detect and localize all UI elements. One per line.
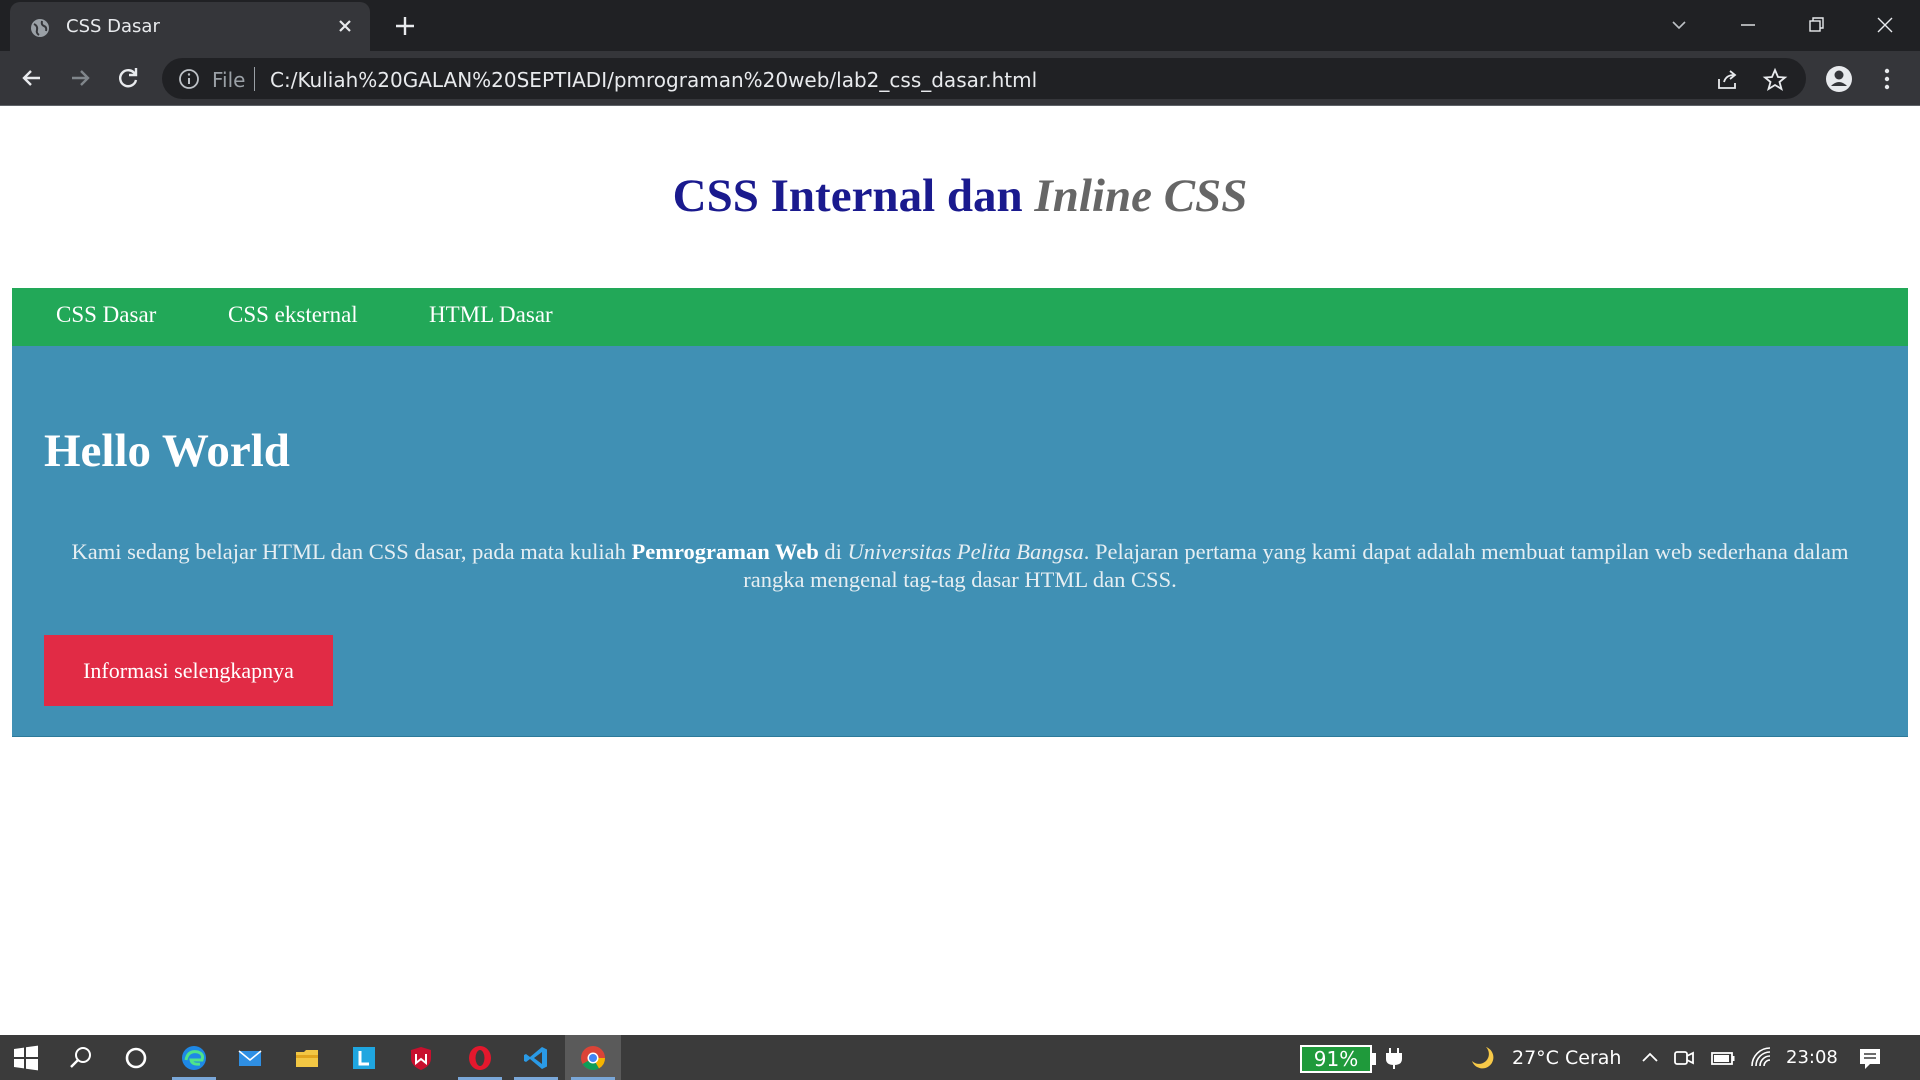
- page-title: CSS Internal dan Inline CSS: [0, 169, 1920, 223]
- kebab-menu-icon[interactable]: [1872, 64, 1902, 94]
- reload-icon[interactable]: [114, 64, 142, 92]
- share-icon[interactable]: [1714, 67, 1740, 93]
- tab-title: CSS Dasar: [66, 16, 160, 37]
- moon-weather-icon[interactable]: [1468, 1044, 1496, 1072]
- new-tab-icon[interactable]: [392, 13, 418, 39]
- web-page: CSS Internal dan Inline CSS CSS Dasar CS…: [0, 107, 1920, 1035]
- hero-text-bold: Pemrograman Web: [631, 539, 819, 564]
- search-icon[interactable]: [67, 1044, 95, 1072]
- url-text[interactable]: C:/Kuliah%20GALAN%20SEPTIADI/pmrograman%…: [270, 68, 1037, 92]
- mail-icon[interactable]: [236, 1044, 264, 1072]
- vscode-icon: [524, 1047, 547, 1069]
- close-icon[interactable]: [334, 15, 356, 37]
- taskbar-vscode[interactable]: [508, 1035, 564, 1080]
- hero-text-part-2: di: [818, 539, 848, 564]
- profile-avatar-icon[interactable]: [1824, 64, 1854, 94]
- minimize-icon[interactable]: [1733, 10, 1763, 40]
- clock-time[interactable]: 23:08: [1786, 1047, 1838, 1068]
- file-explorer-icon[interactable]: [293, 1044, 321, 1072]
- close-window-icon[interactable]: [1870, 10, 1900, 40]
- browser-tab[interactable]: CSS Dasar: [10, 2, 370, 51]
- taskbar-edge[interactable]: [166, 1035, 222, 1080]
- page-title-main: CSS Internal dan: [672, 170, 1035, 222]
- restore-icon[interactable]: [1801, 10, 1831, 40]
- menu-item-css-dasar[interactable]: CSS Dasar: [56, 302, 156, 328]
- app-l-icon[interactable]: [350, 1044, 378, 1072]
- battery-tray-icon[interactable]: [1709, 1044, 1737, 1072]
- opera-icon: [469, 1046, 491, 1070]
- bookmark-star-icon[interactable]: [1762, 67, 1788, 93]
- edge-icon: [182, 1046, 206, 1070]
- mcafee-icon[interactable]: [407, 1044, 435, 1072]
- globe-icon: [31, 19, 49, 37]
- browser-toolbar: File C:/Kuliah%20GALAN%20SEPTIADI/pmrogr…: [0, 51, 1920, 106]
- more-info-button[interactable]: Informasi selengkapnya: [44, 635, 333, 706]
- weather-text[interactable]: 27°C Cerah: [1512, 1047, 1621, 1069]
- hero-heading: Hello World: [44, 425, 290, 477]
- power-plug-icon: [1386, 1048, 1402, 1069]
- battery-indicator[interactable]: 91%: [1300, 1045, 1372, 1073]
- notification-center-icon[interactable]: [1856, 1044, 1884, 1072]
- hero-text-part-1: Kami sedang belajar HTML dan CSS dasar, …: [71, 539, 632, 564]
- menu-item-css-eksternal[interactable]: CSS eksternal: [228, 302, 358, 328]
- chevron-up-icon[interactable]: [1636, 1044, 1664, 1072]
- url-scheme-label: File: [212, 68, 246, 92]
- back-icon[interactable]: [18, 64, 46, 92]
- wifi-icon[interactable]: [1748, 1044, 1776, 1072]
- cortana-icon[interactable]: [122, 1044, 150, 1072]
- forward-icon[interactable]: [66, 64, 94, 92]
- browser-titlebar: CSS Dasar: [0, 0, 1920, 51]
- hero-text-italic: Universitas Pelita Bangsa: [847, 539, 1084, 564]
- page-title-italic: Inline CSS: [1034, 170, 1248, 222]
- address-bar[interactable]: File C:/Kuliah%20GALAN%20SEPTIADI/pmrogr…: [162, 58, 1806, 99]
- battery-tip: [1372, 1053, 1376, 1065]
- windows-start-icon[interactable]: [12, 1044, 40, 1072]
- windows-taskbar: 91% 27°C Cerah 23:08: [0, 1035, 1920, 1080]
- nav-menu: CSS Dasar CSS eksternal HTML Dasar: [12, 288, 1908, 346]
- taskbar-chrome[interactable]: [565, 1035, 621, 1080]
- hero-paragraph: Kami sedang belajar HTML dan CSS dasar, …: [44, 538, 1876, 594]
- chrome-icon: [581, 1046, 605, 1071]
- menu-item-html-dasar[interactable]: HTML Dasar: [429, 302, 553, 328]
- omnibox-divider: [254, 67, 255, 91]
- hero-section: Hello World Kami sedang belajar HTML dan…: [12, 346, 1908, 737]
- tab-search-icon[interactable]: [1664, 10, 1694, 40]
- meet-now-icon[interactable]: [1670, 1044, 1698, 1072]
- info-icon[interactable]: [178, 68, 200, 90]
- taskbar-opera[interactable]: [452, 1035, 508, 1080]
